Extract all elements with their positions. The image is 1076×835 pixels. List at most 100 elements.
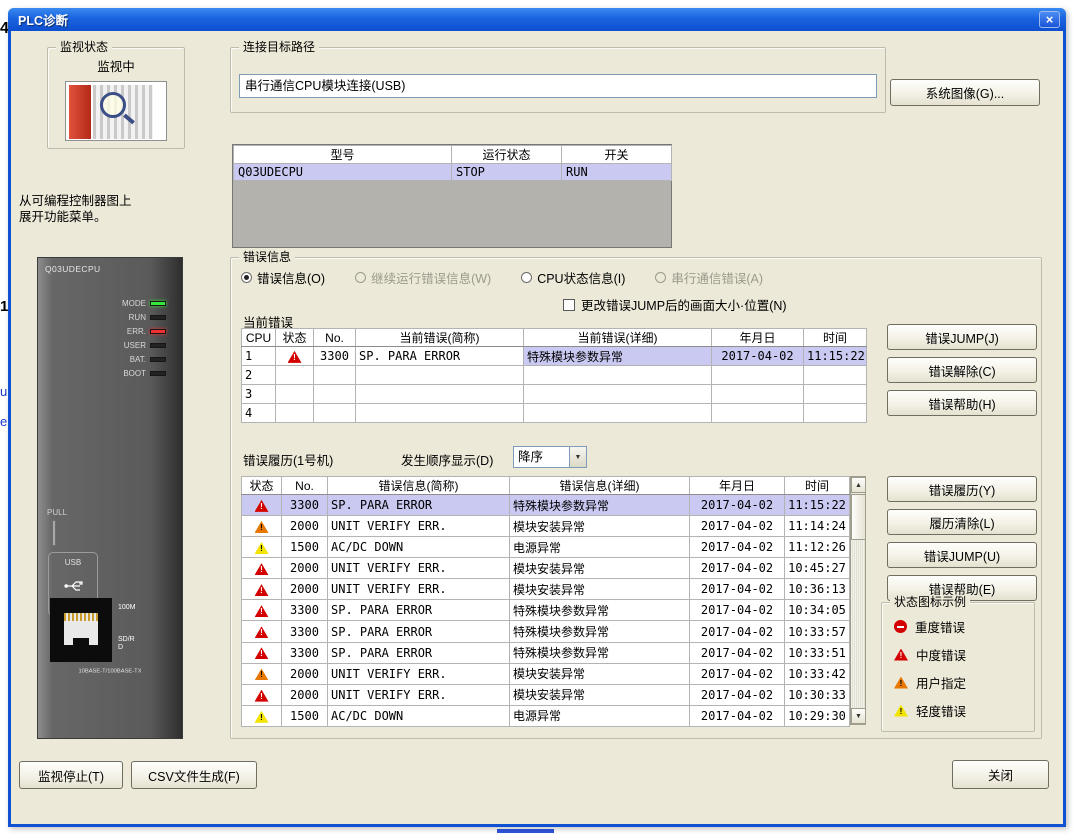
error-detail-cell: 特殊模块参数异常	[510, 495, 690, 516]
history-row[interactable]: !1500AC/DC DOWN电源异常2017-04-0210:29:30	[242, 705, 850, 726]
exclamation-mark: !	[894, 651, 908, 661]
error-history-button[interactable]: 错误履历(Y)	[887, 476, 1037, 502]
connection-path-group: 连接目标路径 串行通信CPU模块连接(USB)	[230, 47, 886, 113]
scroll-down-icon[interactable]: ▼	[851, 708, 866, 724]
status-cell: !	[242, 558, 282, 579]
history-row[interactable]: !3300SP. PARA ERROR特殊模块参数异常2017-04-0210:…	[242, 642, 850, 663]
exclamation-mark: !	[255, 607, 269, 617]
time-cell: 10:30:33	[785, 684, 850, 705]
exclamation-mark: !	[894, 679, 908, 689]
time-cell: 11:15:22	[785, 495, 850, 516]
user-error-icon: !	[894, 677, 908, 689]
status-cell: !	[276, 347, 314, 366]
error-brief-cell: UNIT VERIFY ERR.	[328, 516, 510, 537]
history-row[interactable]: !3300SP. PARA ERROR特殊模块参数异常2017-04-0211:…	[242, 495, 850, 516]
error-jump-history-button[interactable]: 错误JUMP(U)	[887, 542, 1037, 568]
cpu-cell: 4	[242, 404, 276, 423]
error-detail-cell: 模块安装异常	[510, 684, 690, 705]
history-row[interactable]: !2000UNIT VERIFY ERR.模块安装异常2017-04-0210:…	[242, 558, 850, 579]
exclamation-mark: !	[255, 523, 269, 533]
chevron-down-icon[interactable]: ▼	[569, 447, 586, 467]
error-detail-cell	[524, 404, 712, 423]
medium-error-icon: !	[255, 626, 269, 638]
history-row[interactable]: !2000UNIT VERIFY ERR.模块安装异常2017-04-0210:…	[242, 663, 850, 684]
history-row[interactable]: !2000UNIT VERIFY ERR.模块安装异常2017-04-0210:…	[242, 579, 850, 600]
ethernet-caption: 10BASE-T/100BASE-TX	[58, 667, 162, 673]
current-error-row[interactable]: 4	[242, 404, 867, 423]
order-select[interactable]: 降序 ▼	[513, 446, 587, 468]
error-clear-button[interactable]: 错误解除(C)	[887, 357, 1037, 383]
led-user	[150, 343, 166, 348]
history-label: 错误履历(1号机)	[243, 450, 333, 469]
current-error-table[interactable]: CPU状态No.当前错误(简称)当前错误(详细)年月日时间1!3300SP. P…	[241, 328, 867, 423]
radio-label: 错误信息(O)	[257, 268, 325, 287]
history-row[interactable]: !1500AC/DC DOWN电源异常2017-04-0211:12:26	[242, 537, 850, 558]
time-cell: 10:33:51	[785, 642, 850, 663]
status-cell: !	[242, 516, 282, 537]
title-bar[interactable]: PLC诊断 ×	[8, 8, 1066, 31]
current-error-row[interactable]: 3	[242, 385, 867, 404]
time-cell: 10:34:05	[785, 600, 850, 621]
radio-error-info[interactable]: 错误信息(O)	[241, 268, 325, 287]
order-value: 降序	[514, 447, 569, 467]
time-cell: 10:33:57	[785, 621, 850, 642]
checkbox-box[interactable]	[563, 299, 575, 311]
led-boot	[150, 371, 166, 376]
current-error-row[interactable]: 2	[242, 366, 867, 385]
exclamation-mark: !	[894, 707, 908, 717]
close-dialog-button[interactable]: 关闭	[952, 760, 1049, 789]
current-error-row[interactable]: 1!3300SP. PARA ERROR特殊模块参数异常2017-04-0211…	[242, 347, 867, 366]
ethernet-port	[50, 598, 112, 662]
time-cell: 11:14:24	[785, 516, 850, 537]
jump-size-checkbox[interactable]: 更改错误JUMP后的画面大小·位置(N)	[563, 295, 787, 314]
exclamation-mark: !	[255, 502, 269, 512]
plc-monitor-image	[65, 81, 167, 141]
history-row[interactable]: !2000UNIT VERIFY ERR.模块安装异常2017-04-0210:…	[242, 684, 850, 705]
time-cell: 10:36:13	[785, 579, 850, 600]
radio-dot	[244, 275, 249, 280]
window-title: PLC诊断	[8, 10, 68, 29]
radio-cpu-status[interactable]: CPU状态信息(I)	[521, 268, 625, 287]
radio-serial-error[interactable]: 串行通信错误(A)	[655, 268, 763, 287]
radio-continue-error[interactable]: 继续运行错误信息(W)	[355, 268, 491, 287]
history-row[interactable]: !3300SP. PARA ERROR特殊模块参数异常2017-04-0210:…	[242, 600, 850, 621]
column-header: 当前错误(详细)	[524, 329, 712, 347]
column-header: 状态	[242, 477, 282, 495]
legend-label: 用户指定	[916, 673, 966, 692]
history-table[interactable]: 状态No.错误信息(简称)错误信息(详细)年月日时间!3300SP. PARA …	[241, 476, 850, 727]
csv-generate-button[interactable]: CSV文件生成(F)	[131, 761, 257, 789]
scroll-up-icon[interactable]: ▲	[851, 477, 866, 493]
history-row[interactable]: !2000UNIT VERIFY ERR.模块安装异常2017-04-0211:…	[242, 516, 850, 537]
model-table-row[interactable]: Q03UDECPUSTOPRUN	[234, 164, 672, 181]
led-row: USER	[122, 341, 166, 350]
error-brief-cell: AC/DC DOWN	[328, 705, 510, 726]
error-no-cell: 1500	[282, 537, 328, 558]
history-row[interactable]: !3300SP. PARA ERROR特殊模块参数异常2017-04-0210:…	[242, 621, 850, 642]
model-table-grid[interactable]: 型号运行状态开关Q03UDECPUSTOPRUN	[233, 145, 672, 181]
date-cell	[712, 385, 804, 404]
history-clear-button[interactable]: 履历清除(L)	[887, 509, 1037, 535]
status-cell: !	[242, 684, 282, 705]
column-header: 时间	[804, 329, 867, 347]
error-detail-cell	[524, 366, 712, 385]
error-no-cell: 1500	[282, 705, 328, 726]
error-help-button[interactable]: 错误帮助(H)	[887, 390, 1037, 416]
column-header: 错误信息(简称)	[328, 477, 510, 495]
error-detail-cell: 模块安装异常	[510, 516, 690, 537]
close-icon[interactable]: ×	[1039, 11, 1060, 28]
model-table-cell: RUN	[562, 164, 672, 181]
port-sdrd-label: SD/RD	[118, 636, 136, 652]
date-cell: 2017-04-02	[690, 621, 785, 642]
model-table-cell: STOP	[452, 164, 562, 181]
history-scrollbar[interactable]: ▲ ▼	[850, 476, 866, 725]
error-jump-button[interactable]: 错误JUMP(J)	[887, 324, 1037, 350]
error-brief-cell: UNIT VERIFY ERR.	[328, 663, 510, 684]
monitor-stop-button[interactable]: 监视停止(T)	[19, 761, 123, 789]
radio-label: 串行通信错误(A)	[671, 268, 763, 287]
date-cell: 2017-04-02	[690, 579, 785, 600]
led-run	[150, 315, 166, 320]
date-cell	[712, 366, 804, 385]
scrollbar-thumb[interactable]	[851, 494, 866, 540]
system-image-button[interactable]: 系统图像(G)...	[890, 79, 1040, 106]
led-row: BAT.	[122, 355, 166, 364]
